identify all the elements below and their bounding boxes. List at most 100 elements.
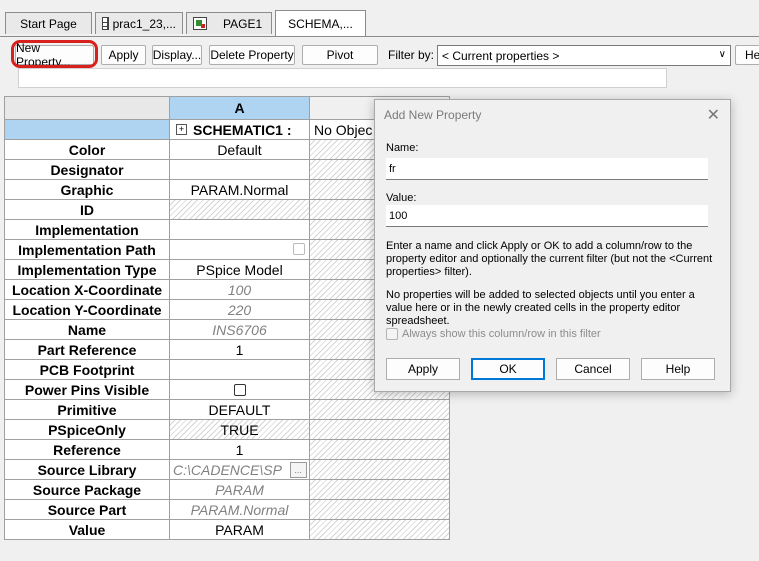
empty-cell-source-library[interactable]: [310, 460, 450, 480]
help-button[interactable]: He: [735, 45, 759, 65]
pivot-button[interactable]: Pivot: [302, 45, 378, 65]
filter-select-value: < Current properties >: [442, 48, 560, 63]
value-text: 1: [235, 341, 244, 358]
row-header-graphic[interactable]: Graphic: [4, 180, 170, 200]
power-pins-checkbox[interactable]: [233, 383, 246, 396]
implementation-path-checkbox[interactable]: [293, 243, 305, 255]
dialog-cancel-button[interactable]: Cancel: [556, 358, 630, 380]
info-text-2: No properties will be added to selected …: [386, 289, 695, 327]
value-text: 220: [227, 301, 252, 318]
row-header-source-part[interactable]: Source Part: [4, 500, 170, 520]
value-cell-id[interactable]: [170, 200, 310, 220]
value-text: PARAM: [215, 481, 264, 498]
dialog-help-button[interactable]: Help: [641, 358, 715, 380]
empty-cell-source-package[interactable]: [310, 480, 450, 500]
always-show-checkbox-row[interactable]: Always show this column/row in this filt…: [386, 328, 601, 340]
grid-icon: [102, 17, 109, 30]
filter-select[interactable]: < Current properties > ∨: [437, 45, 731, 66]
row-header-source-library[interactable]: Source Library: [4, 460, 170, 480]
value-cell-color[interactable]: Default: [170, 140, 310, 160]
value-cell-power-pins-visible[interactable]: [170, 380, 310, 400]
value-cell-designator[interactable]: [170, 160, 310, 180]
value-text: 1: [235, 441, 244, 458]
value-cell-reference[interactable]: 1: [170, 440, 310, 460]
value-cell-graphic[interactable]: PARAM.Normal: [170, 180, 310, 200]
annotation-circle: [11, 40, 98, 68]
row-header-pspiceonly[interactable]: PSpiceOnly: [4, 420, 170, 440]
row-header-designator[interactable]: Designator: [4, 160, 170, 180]
always-show-checkbox[interactable]: [386, 328, 398, 340]
add-new-property-dialog: Add New Property ✕ Name: fr Value: 100 E…: [374, 99, 731, 392]
row-header-id[interactable]: ID: [4, 200, 170, 220]
dialog-ok-button[interactable]: OK: [471, 358, 545, 380]
display-button[interactable]: Display...: [152, 45, 202, 65]
apply-button[interactable]: Apply: [101, 45, 146, 65]
value-cell-source-library[interactable]: C:\CADENCE\SP...: [170, 460, 310, 480]
value-text: PARAM.Normal: [190, 501, 289, 518]
row-header-name[interactable]: Name: [4, 320, 170, 340]
row-header-power-pins-visible[interactable]: Power Pins Visible: [4, 380, 170, 400]
row-header-location-y-coordinate[interactable]: Location Y-Coordinate: [4, 300, 170, 320]
value-text: 100: [227, 281, 252, 298]
value-cell-implementation-path[interactable]: [170, 240, 310, 260]
tab-start-page[interactable]: Start Page: [5, 12, 92, 34]
object-name: SCHEMATIC1 :: [193, 121, 292, 138]
row-header-value[interactable]: Value: [4, 520, 170, 540]
value-cell-primitive[interactable]: DEFAULT: [170, 400, 310, 420]
object-row-header[interactable]: [4, 120, 170, 140]
value-cell-location-y-coordinate[interactable]: 220: [170, 300, 310, 320]
row-header-pcb-footprint[interactable]: PCB Footprint: [4, 360, 170, 380]
row-header-location-x-coordinate[interactable]: Location X-Coordinate: [4, 280, 170, 300]
close-icon[interactable]: ✕: [707, 105, 720, 125]
empty-cell-reference[interactable]: [310, 440, 450, 460]
value-text: DEFAULT: [208, 401, 271, 418]
cell-edit-field[interactable]: [18, 68, 667, 88]
value-text: Default: [217, 141, 262, 158]
expand-icon[interactable]: +: [176, 124, 187, 135]
value-field[interactable]: 100: [386, 205, 708, 227]
tab-schematic[interactable]: SCHEMA,...: [275, 10, 366, 36]
tab-label: Start Page: [20, 16, 77, 31]
row-header-source-package[interactable]: Source Package: [4, 480, 170, 500]
value-text: PARAM: [215, 521, 264, 538]
value-cell-pspiceonly[interactable]: TRUE: [170, 420, 310, 440]
delete-property-button[interactable]: Delete Property: [209, 45, 295, 65]
value-cell-location-x-coordinate[interactable]: 100: [170, 280, 310, 300]
no-object-label: No Objec: [314, 121, 373, 138]
row-header-implementation-type[interactable]: Implementation Type: [4, 260, 170, 280]
tab-prac1[interactable]: prac1_23,...: [95, 12, 183, 34]
value-text: PSpice Model: [196, 261, 283, 278]
tab-page1[interactable]: PAGE1: [186, 12, 272, 34]
object-name-cell[interactable]: + SCHEMATIC1 :: [170, 120, 310, 140]
schematic-page-icon: [193, 17, 207, 30]
empty-cell-pspiceonly[interactable]: [310, 420, 450, 440]
empty-cell-primitive[interactable]: [310, 400, 450, 420]
empty-cell-source-part[interactable]: [310, 500, 450, 520]
row-header-reference[interactable]: Reference: [4, 440, 170, 460]
row-header-implementation[interactable]: Implementation: [4, 220, 170, 240]
sheet-corner[interactable]: [4, 96, 170, 120]
value-cell-part-reference[interactable]: 1: [170, 340, 310, 360]
row-header-implementation-path[interactable]: Implementation Path: [4, 240, 170, 260]
tab-divider: [0, 36, 759, 37]
empty-cell-value[interactable]: [310, 520, 450, 540]
value-cell-pcb-footprint[interactable]: [170, 360, 310, 380]
row-header-part-reference[interactable]: Part Reference: [4, 340, 170, 360]
info-text-1: Enter a name and click Apply or OK to ad…: [386, 240, 713, 278]
value-cell-value[interactable]: PARAM: [170, 520, 310, 540]
tab-label: PAGE1: [223, 16, 263, 31]
always-show-label: Always show this column/row in this filt…: [402, 328, 601, 340]
value-cell-implementation[interactable]: [170, 220, 310, 240]
value-cell-implementation-type[interactable]: PSpice Model: [170, 260, 310, 280]
name-label: Name:: [386, 142, 419, 154]
value-text: TRUE: [220, 421, 259, 438]
value-cell-name[interactable]: INS6706: [170, 320, 310, 340]
column-header-a[interactable]: A: [170, 96, 310, 120]
value-cell-source-package[interactable]: PARAM: [170, 480, 310, 500]
browse-button[interactable]: ...: [290, 462, 307, 478]
row-header-primitive[interactable]: Primitive: [4, 400, 170, 420]
dialog-apply-button[interactable]: Apply: [386, 358, 460, 380]
value-cell-source-part[interactable]: PARAM.Normal: [170, 500, 310, 520]
row-header-color[interactable]: Color: [4, 140, 170, 160]
name-field[interactable]: fr: [386, 158, 708, 180]
